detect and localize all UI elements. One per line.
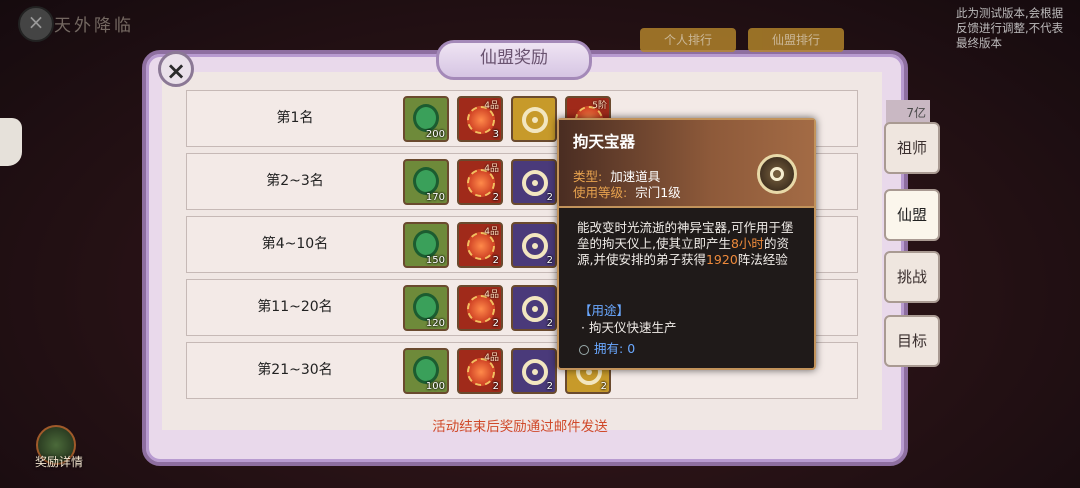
reward-item[interactable]: 4品 2 [457, 348, 503, 394]
artifact-ring-icon [757, 154, 797, 194]
desc-text-3: 阵法经验 [737, 252, 788, 267]
rank-label: 第4~10名 [261, 236, 329, 252]
mail-delivery-note: 活动结束后奖励通过邮件发送 [432, 419, 608, 435]
reward-item[interactable]: 4品 2 [457, 222, 503, 268]
item-grade: 4品 [484, 227, 499, 237]
rank-label: 第11~20名 [257, 299, 333, 315]
item-grade: 4品 [484, 290, 499, 300]
tooltip-header: 拘天宝器 类型: 加速道具 使用等级: 宗门1级 [559, 120, 814, 208]
item-count: 100 [425, 381, 445, 392]
usage-item: · 拘天仪快速生产 [581, 320, 677, 335]
item-count: 2 [492, 192, 499, 203]
reward-item[interactable]: 170 [403, 159, 449, 205]
avatar[interactable] [0, 118, 22, 166]
item-level-key: 使用等级: [573, 185, 628, 200]
item-count: 2 [600, 381, 607, 392]
reward-item[interactable]: 4品 2 [457, 285, 503, 331]
item-count: 120 [425, 318, 445, 329]
item-grade: 5阶 [592, 101, 607, 111]
item-count: 200 [425, 129, 445, 140]
artifact-ring-icon [522, 296, 548, 322]
side-tab[interactable]: 仙盟 [884, 189, 940, 241]
item-level-value: 宗门1级 [635, 185, 681, 200]
reward-item[interactable]: 2 [511, 159, 557, 205]
item-count: 2 [492, 255, 499, 266]
tab-personal-rank[interactable]: 个人排行 [640, 28, 736, 52]
reward-item[interactable]: 2 [511, 348, 557, 394]
owned-label: 拥有: [594, 341, 624, 356]
reward-item[interactable]: 150 [403, 222, 449, 268]
artifact-ring-icon [522, 170, 548, 196]
item-count: 2 [492, 318, 499, 329]
tab-alliance-rank[interactable]: 仙盟排行 [748, 28, 844, 52]
desc-hours: 8小时 [730, 236, 764, 251]
item-count: 2 [492, 381, 499, 392]
side-tab[interactable]: 祖师 [884, 122, 940, 174]
side-tab[interactable]: 挑战 [884, 251, 940, 303]
top-bar: × 天外降临 [18, 6, 168, 42]
owned-icon [579, 344, 589, 355]
item-count: 170 [425, 192, 445, 203]
reward-detail-button[interactable]: 奖励详情 [24, 425, 94, 475]
jade-icon [413, 356, 439, 384]
item-count: 150 [425, 255, 445, 266]
close-icon[interactable]: × [158, 51, 194, 87]
back-icon[interactable]: × [18, 6, 54, 42]
reward-item[interactable]: 100 [403, 348, 449, 394]
item-description: 能改变时光流逝的神异宝器,可作用于堡垒的拘天仪上,使其立即产生8小时的资源,并使… [577, 220, 799, 268]
reward-item[interactable]: 2 [511, 222, 557, 268]
artifact-ring-icon [522, 233, 548, 259]
item-name: 拘天宝器 [573, 133, 636, 151]
reward-item[interactable] [511, 96, 557, 142]
owned-value: 0 [627, 341, 636, 356]
item-count: 2 [546, 255, 553, 266]
item-count: 3 [492, 129, 499, 140]
reward-detail-label: 奖励详情 [34, 455, 83, 469]
item-grade: 4品 [484, 164, 499, 174]
reward-item[interactable]: 120 [403, 285, 449, 331]
desc-exp: 1920 [705, 252, 738, 267]
reward-item[interactable]: 4品 2 [457, 159, 503, 205]
item-tooltip: 拘天宝器 类型: 加速道具 使用等级: 宗门1级 能改变时光流逝的神异宝器,可作用于… [557, 118, 816, 370]
jade-icon [413, 293, 439, 321]
item-count: 2 [546, 381, 553, 392]
reward-item[interactable]: 2 [511, 285, 557, 331]
item-count: 2 [546, 192, 553, 203]
reward-item[interactable]: 4品 3 [457, 96, 503, 142]
jade-icon [413, 167, 439, 195]
item-grade: 4品 [484, 101, 499, 111]
reward-item[interactable]: 200 [403, 96, 449, 142]
artifact-ring-icon [522, 359, 548, 385]
rank-label: 第1名 [276, 110, 314, 126]
rank-label: 第2~3名 [266, 173, 324, 189]
event-title: 天外降临 [54, 16, 134, 36]
owned-row: 拥有: 0 [579, 338, 635, 357]
rank-label: 第21~30名 [257, 362, 333, 378]
jade-icon [413, 230, 439, 258]
side-tab[interactable]: 目标 [884, 315, 940, 367]
panel-title: 仙盟奖励 [436, 40, 592, 80]
jade-icon [413, 104, 439, 132]
item-count: 2 [546, 318, 553, 329]
item-level-row: 使用等级: 宗门1级 [573, 182, 681, 201]
item-grade: 4品 [484, 353, 499, 363]
artifact-ring-icon [522, 107, 548, 133]
rank-tabs: 个人排行 仙盟排行 [640, 28, 850, 54]
version-note: 此为测试版本,会根据反馈进行调整,不代表最终版本 [956, 6, 1064, 50]
